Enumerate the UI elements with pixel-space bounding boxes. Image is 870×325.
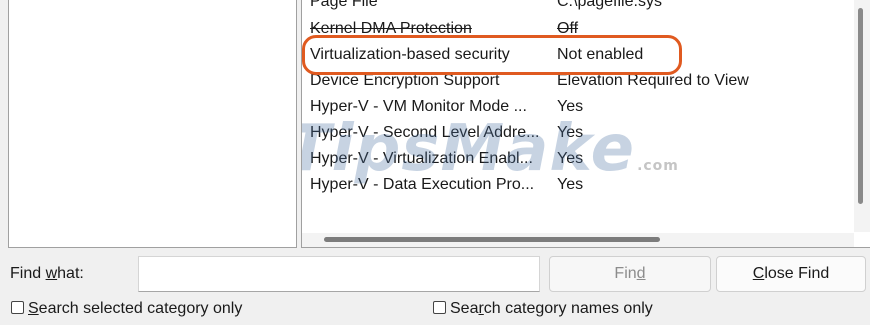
- search-selected-category-checkbox[interactable]: Search selected category only: [11, 298, 242, 320]
- checkbox-box[interactable]: [11, 301, 24, 314]
- vertical-scrollbar[interactable]: [854, 0, 870, 232]
- item-value: Yes: [557, 150, 584, 167]
- category-tree-pane[interactable]: [8, 0, 297, 248]
- checkbox-box[interactable]: [433, 301, 446, 314]
- item-value: Yes: [557, 176, 584, 193]
- vertical-scroll-thumb[interactable]: [858, 8, 863, 204]
- find-button[interactable]: Find: [549, 256, 711, 292]
- find-what-label: Find what:: [10, 265, 84, 282]
- horizontal-scroll-thumb[interactable]: [324, 237, 660, 242]
- search-category-names-checkbox[interactable]: Search category names only: [433, 298, 653, 320]
- item-value: Yes: [557, 98, 584, 115]
- item-value: Yes: [557, 124, 584, 141]
- highlight-annotation: [302, 35, 682, 75]
- details-list-pane[interactable]: Page File C:\pagefile.sys Kernel DMA Pro…: [301, 0, 870, 248]
- item-name: Hyper-V - Second Level Addre...: [310, 124, 540, 141]
- item-name: Page File: [310, 0, 378, 10]
- item-name: Hyper-V - Virtualization Enabl...: [310, 150, 533, 167]
- item-value: C:\pagefile.sys: [557, 0, 662, 10]
- horizontal-scrollbar[interactable]: [302, 233, 854, 247]
- item-name: Hyper-V - VM Monitor Mode ...: [310, 98, 527, 115]
- item-name: Hyper-V - Data Execution Pro...: [310, 176, 535, 193]
- close-find-button[interactable]: Close Find: [716, 256, 866, 292]
- find-what-input[interactable]: [138, 256, 540, 292]
